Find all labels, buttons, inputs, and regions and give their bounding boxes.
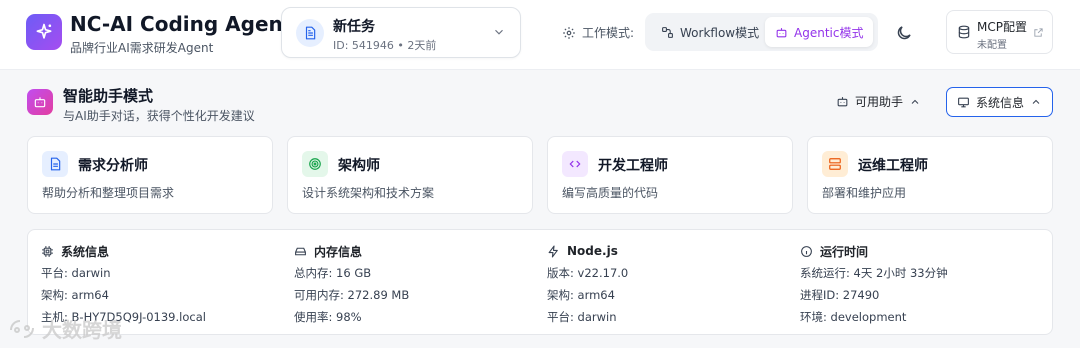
task-meta: ID: 541946 • 2天前 [333, 39, 437, 52]
mode-toggle: Workflow模式 Agentic模式 [645, 13, 878, 51]
memory-usage-value: 使用率: 98% [294, 310, 362, 324]
node-info-heading: Node.js [547, 242, 628, 260]
theme-toggle-button[interactable] [895, 24, 915, 44]
cpu-icon [42, 245, 53, 257]
section-description: 与AI助手对话，获得个性化开发建议 [63, 109, 255, 123]
mcp-config-button[interactable]: MCP配置 未配置 [946, 10, 1053, 54]
role-name: 需求分析师 [78, 158, 148, 174]
info-icon [801, 245, 812, 257]
app-logo [26, 14, 62, 50]
agentic-mode-button[interactable]: Agentic模式 [765, 17, 874, 47]
task-file-icon [296, 19, 324, 47]
system-info-label: 系统信息 [976, 95, 1025, 110]
app-subtitle: 品牌行业AI需求研发Agent [70, 41, 214, 55]
robot-icon [776, 27, 787, 37]
workflow-mode-button[interactable]: Workflow模式 [651, 17, 769, 47]
process-id-value: 进程ID: 27490 [800, 288, 880, 302]
available-assistants-toggle[interactable]: 可用助手 [836, 93, 921, 110]
role-description: 编写高质量的代码 [562, 186, 659, 200]
uptime-info-title: 运行时间 [820, 244, 869, 259]
node-version-value: 版本: v22.17.0 [547, 266, 629, 280]
system-uptime-value: 系统运行: 4天 2小时 33分钟 [800, 266, 948, 280]
sparkle-icon [36, 23, 52, 39]
role-card-developer[interactable]: 开发工程师 编写高质量的代码 [547, 136, 793, 214]
watermark-text: 大数跨境 [42, 318, 122, 342]
workflow-icon [662, 26, 673, 38]
memory-info-title: 内存信息 [314, 244, 363, 259]
external-link-icon [1034, 28, 1043, 37]
robot-icon [837, 97, 848, 107]
role-name: 架构师 [338, 158, 380, 174]
chevron-up-icon [1032, 99, 1040, 104]
role-name: 运维工程师 [858, 158, 928, 174]
section-title: 智能助手模式 [63, 87, 154, 105]
server-icon [822, 151, 848, 177]
app-title: NC-AI Coding Agent [70, 12, 293, 36]
node-info-column: Node.js 版本: v22.17.0 架构: arm64 平台: darwi… [547, 242, 628, 326]
arch-value: 架构: arm64 [41, 288, 109, 302]
system-info-panel: 系统信息 平台: darwin 架构: arm64 主机: B-HY7D5Q9J… [27, 229, 1053, 335]
memory-info-heading: 内存信息 [294, 242, 409, 260]
total-memory-value: 总内存: 16 GB [294, 266, 372, 280]
environment-value: 环境: development [800, 310, 907, 324]
watermark: 大数跨境 [8, 314, 122, 343]
role-card-architect[interactable]: 架构师 设计系统架构和技术方案 [287, 136, 533, 214]
gear-icon [563, 26, 575, 39]
mcp-status: 未配置 [977, 40, 1007, 51]
system-info-toggle[interactable]: 系统信息 [946, 87, 1053, 117]
role-name: 开发工程师 [598, 158, 668, 174]
hard-drive-icon [295, 247, 306, 255]
top-header: NC-AI Coding Agent 品牌行业AI需求研发Agent 新任务 I… [0, 0, 1080, 70]
watermark-logo-icon [10, 319, 34, 338]
document-icon [42, 151, 68, 177]
memory-info-column: 内存信息 总内存: 16 GB 可用内存: 272.89 MB 使用率: 98% [294, 242, 409, 326]
agentic-mode-label: Agentic模式 [794, 25, 864, 40]
system-info-heading: 系统信息 [41, 242, 206, 260]
task-name: 新任务 [333, 19, 375, 35]
uptime-info-column: 运行时间 系统运行: 4天 2小时 33分钟 进程ID: 27490 环境: d… [800, 242, 948, 326]
workflow-mode-label: Workflow模式 [680, 25, 760, 40]
role-description: 设计系统架构和技术方案 [302, 186, 435, 200]
system-info-title: 系统信息 [61, 244, 110, 259]
section-robot-icon [27, 89, 53, 115]
chevron-up-icon [911, 99, 919, 104]
uptime-info-heading: 运行时间 [800, 242, 948, 260]
moon-icon [897, 26, 911, 40]
available-assistants-label: 可用助手 [855, 95, 904, 109]
lightning-icon [548, 245, 558, 257]
work-mode-label: 工作模式: [562, 24, 634, 41]
platform-value: 平台: darwin [41, 266, 111, 280]
node-platform-value: 平台: darwin [547, 310, 617, 324]
mcp-title: MCP配置 [977, 20, 1027, 34]
monitor-icon [958, 97, 969, 107]
node-info-title: Node.js [567, 244, 618, 258]
task-selector[interactable]: 新任务 ID: 541946 • 2天前 [281, 7, 521, 58]
role-card-devops[interactable]: 运维工程师 部署和维护应用 [807, 136, 1053, 214]
database-icon [958, 25, 970, 39]
code-icon [562, 151, 588, 177]
node-arch-value: 架构: arm64 [547, 288, 615, 302]
target-icon [302, 151, 328, 177]
available-memory-value: 可用内存: 272.89 MB [294, 288, 410, 302]
role-description: 部署和维护应用 [822, 186, 907, 200]
role-description: 帮助分析和整理项目需求 [42, 186, 175, 200]
role-card-requirements-analyst[interactable]: 需求分析师 帮助分析和整理项目需求 [27, 136, 273, 214]
chevron-down-icon [495, 29, 503, 35]
work-mode-text: 工作模式: [582, 26, 635, 40]
